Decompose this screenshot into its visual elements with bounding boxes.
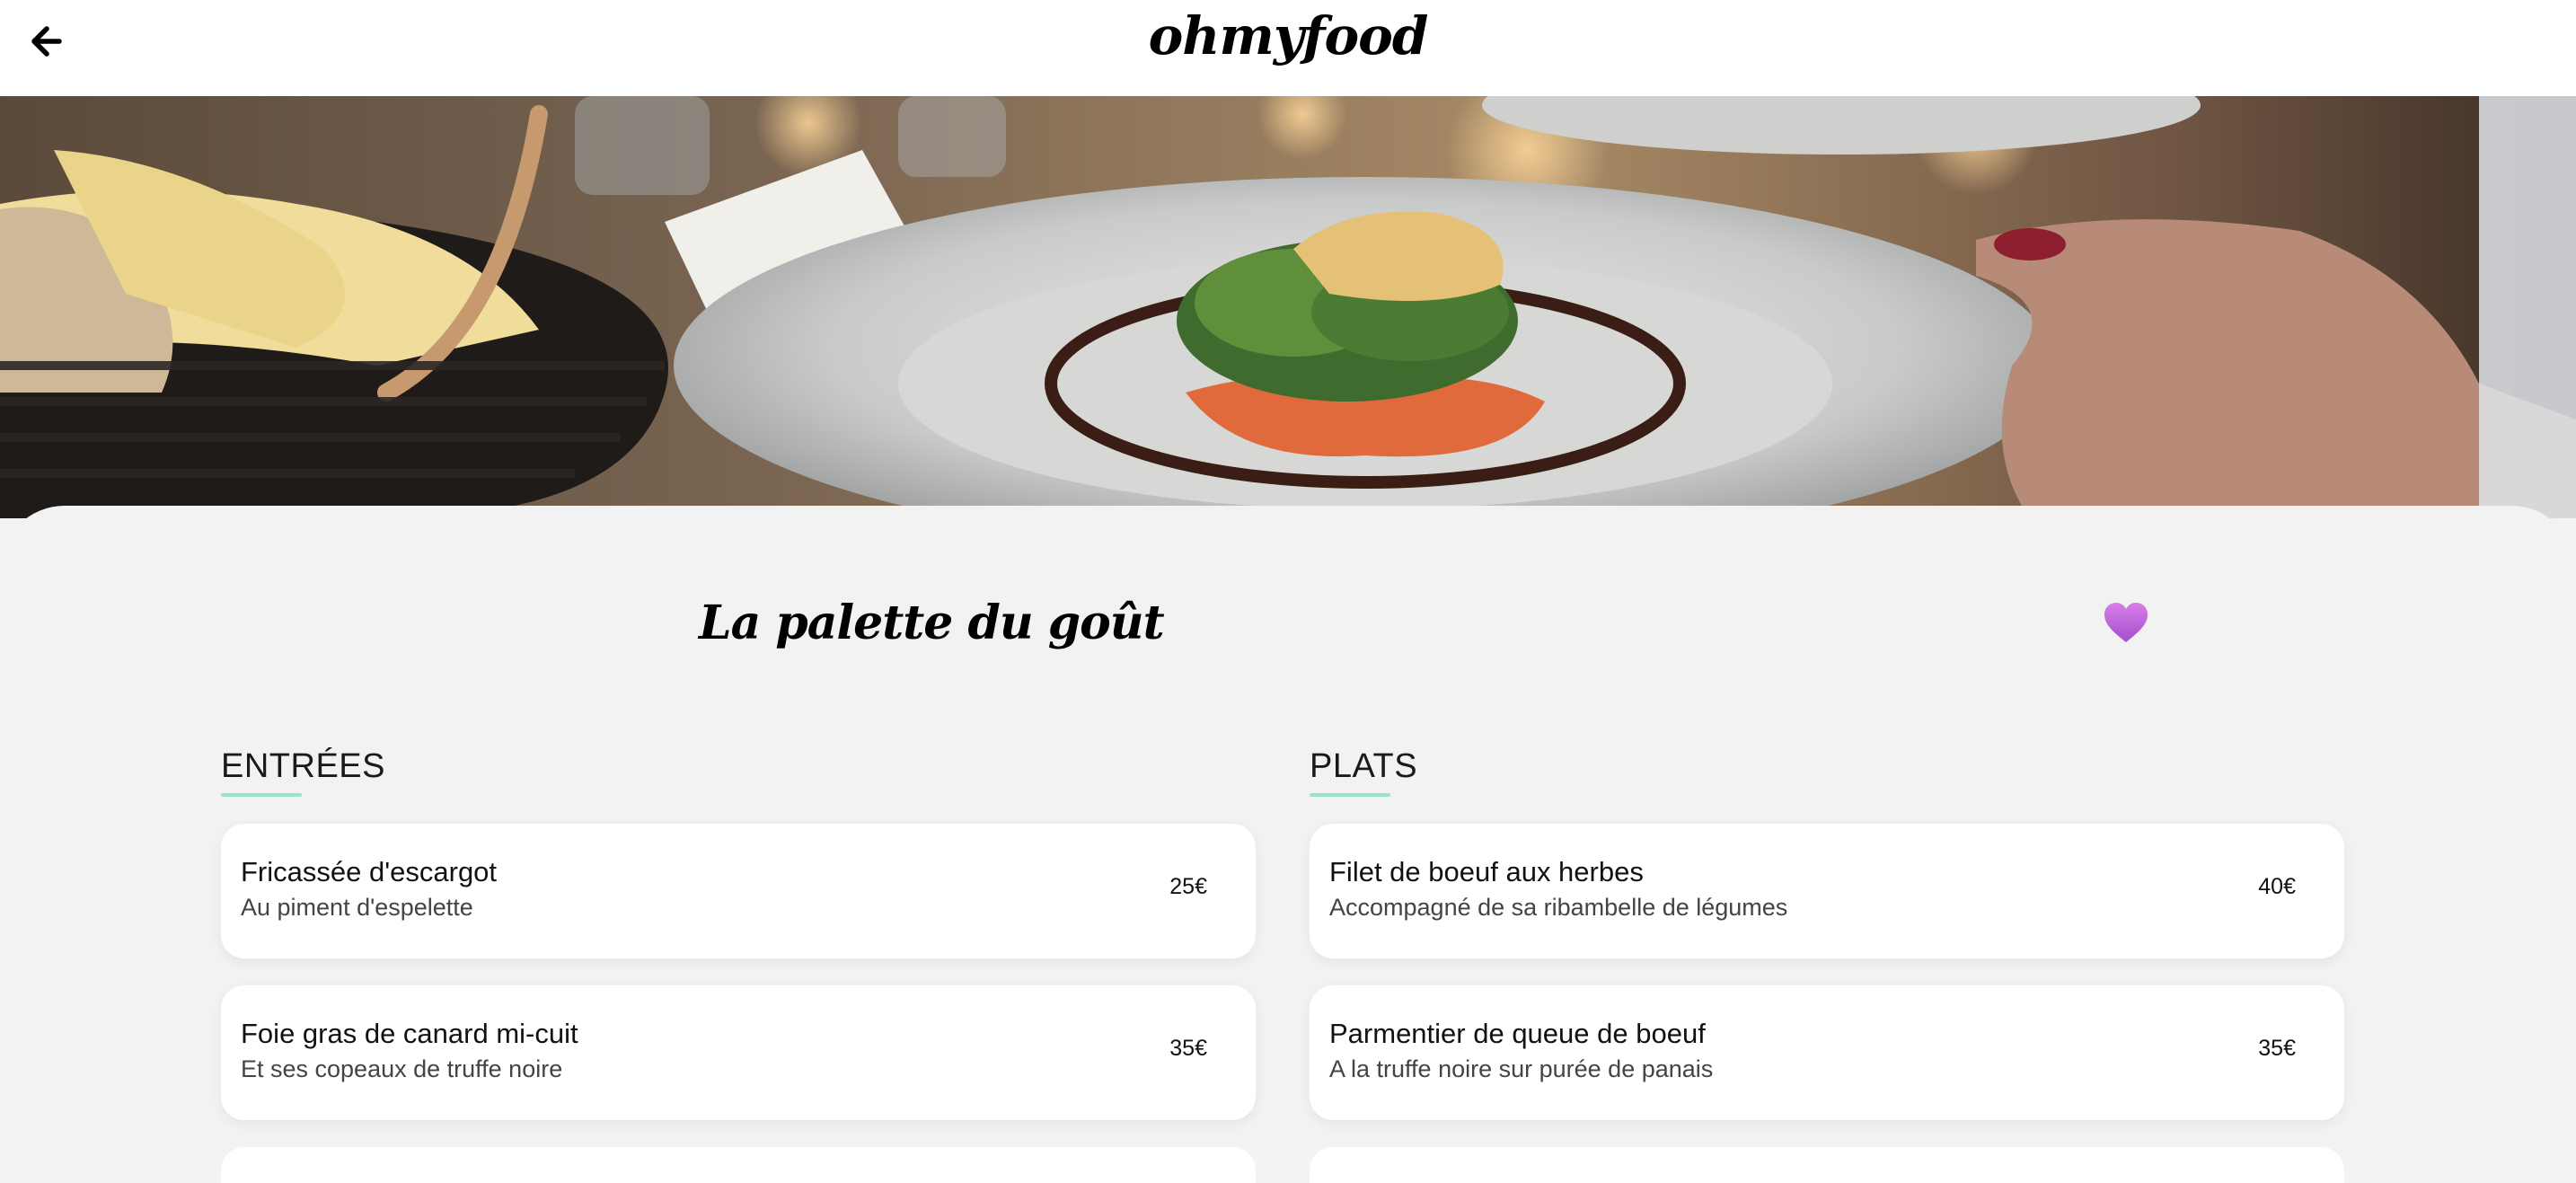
dish-price: 25€ <box>1169 874 1207 899</box>
dish-price: 40€ <box>2258 874 2296 899</box>
dish-card[interactable]: Parmentier de queue de boeuf A la truffe… <box>1310 985 2344 1120</box>
dish-description: Et ses copeaux de truffe noire <box>241 1055 563 1082</box>
dish-card-partial[interactable] <box>1310 1147 2344 1183</box>
dish-description: Accompagné de sa ribambelle de légumes <box>1329 894 1788 921</box>
restaurant-panel: La palette du goût ENTRÉES Fricassée d'e… <box>0 506 2576 1183</box>
dish-list: Fricassée d'escargot Au piment d'espelet… <box>221 824 1256 1183</box>
page-title: La palette du goût <box>699 596 1165 650</box>
section-underline <box>221 793 302 797</box>
dish-name: Parmentier de queue de boeuf <box>1329 1018 1706 1049</box>
section-title: PLATS <box>1310 747 1418 785</box>
dish-price: 35€ <box>2258 1036 2296 1061</box>
dish-list: Filet de boeuf aux herbes Accompagné de … <box>1310 824 2344 1183</box>
dish-card[interactable]: Filet de boeuf aux herbes Accompagné de … <box>1310 824 2344 958</box>
dish-price: 35€ <box>1169 1036 1207 1061</box>
dish-card[interactable]: Foie gras de canard mi-cuit Et ses copea… <box>221 985 1256 1120</box>
heart-icon <box>2102 603 2150 649</box>
app-header: ohmyfood <box>0 0 2576 96</box>
dish-name: Fricassée d'escargot <box>241 856 498 887</box>
dish-card-partial[interactable] <box>221 1147 1256 1183</box>
menu-section-entrees: ENTRÉES Fricassée d'escargot Au piment d… <box>221 745 1256 1183</box>
menu-section-plats: PLATS Filet de boeuf aux herbes Accompag… <box>1310 745 2344 1183</box>
dish-card[interactable]: Fricassée d'escargot Au piment d'espelet… <box>221 824 1256 958</box>
dish-name: Foie gras de canard mi-cuit <box>241 1018 578 1049</box>
dish-description: A la truffe noire sur purée de panais <box>1329 1055 1714 1082</box>
like-button[interactable] <box>2102 601 2150 646</box>
section-underline <box>1310 793 1390 797</box>
dish-name: Filet de boeuf aux herbes <box>1329 856 1644 887</box>
dish-description: Au piment d'espelette <box>241 894 473 921</box>
brand-logo[interactable]: ohmyfood <box>0 5 2576 66</box>
section-title: ENTRÉES <box>221 747 385 785</box>
hero-image <box>0 96 2576 518</box>
restaurant-title-row: La palette du goût <box>0 596 2576 676</box>
